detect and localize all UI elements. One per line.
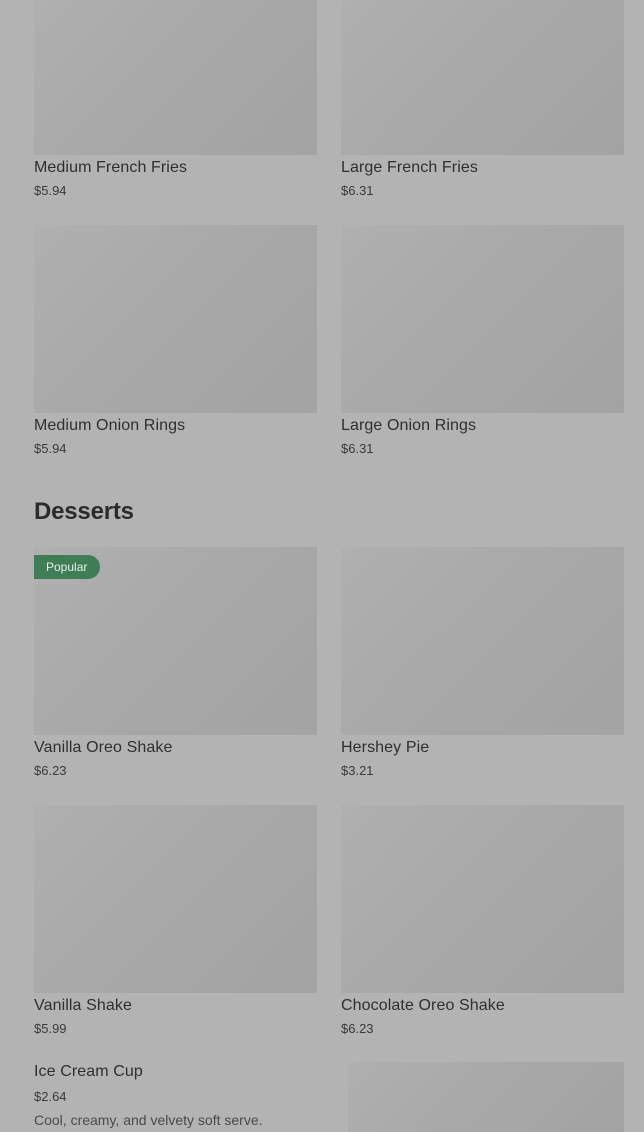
item-price: $5.94 (34, 183, 67, 198)
item-name: Vanilla Oreo Shake (34, 739, 173, 756)
item-price: $2.64 (34, 1089, 67, 1104)
menu-item-medium-french-fries[interactable]: Medium French Fries $5.94 (34, 0, 317, 200)
item-image (348, 1062, 624, 1132)
item-name: Large French Fries (341, 159, 478, 176)
section-title-desserts: Desserts (34, 498, 134, 525)
item-name: Large Onion Rings (341, 417, 477, 434)
item-image (341, 547, 624, 735)
popular-badge: Popular (34, 555, 101, 579)
item-description: Cool, creamy, and velvety soft serve. (34, 1112, 263, 1128)
item-price: $6.31 (341, 183, 374, 198)
item-price: $3.21 (341, 763, 374, 778)
item-price: $5.99 (34, 1021, 67, 1036)
menu-item-vanilla-oreo-shake[interactable]: Popular Vanilla Oreo Shake $6.23 (34, 547, 317, 782)
item-price: $6.31 (341, 441, 374, 456)
menu-item-medium-onion-rings[interactable]: Medium Onion Rings $5.94 (34, 225, 317, 460)
menu-item-vanilla-shake[interactable]: Vanilla Shake $5.99 (34, 805, 317, 1040)
item-price: $6.23 (341, 1021, 374, 1036)
menu-item-large-onion-rings[interactable]: Large Onion Rings $6.31 (341, 225, 624, 460)
item-image (34, 225, 317, 413)
menu-item-hershey-pie[interactable]: Hershey Pie $3.21 (341, 547, 624, 782)
item-name: Medium French Fries (34, 159, 188, 176)
item-image (341, 805, 624, 993)
item-image (34, 805, 317, 993)
item-name: Hershey Pie (341, 739, 430, 756)
item-image (34, 0, 317, 155)
item-name: Vanilla Shake (34, 997, 132, 1014)
menu-item-large-french-fries[interactable]: Large French Fries $6.31 (341, 0, 624, 200)
item-image (341, 0, 624, 155)
item-name: Chocolate Oreo Shake (341, 997, 505, 1014)
item-name: Medium Onion Rings (34, 417, 186, 434)
item-price: $5.94 (34, 441, 67, 456)
item-price: $6.23 (34, 763, 67, 778)
item-image (341, 225, 624, 413)
menu-item-chocolate-oreo-shake[interactable]: Chocolate Oreo Shake $6.23 (341, 805, 624, 1040)
item-name: Ice Cream Cup (34, 1063, 143, 1080)
